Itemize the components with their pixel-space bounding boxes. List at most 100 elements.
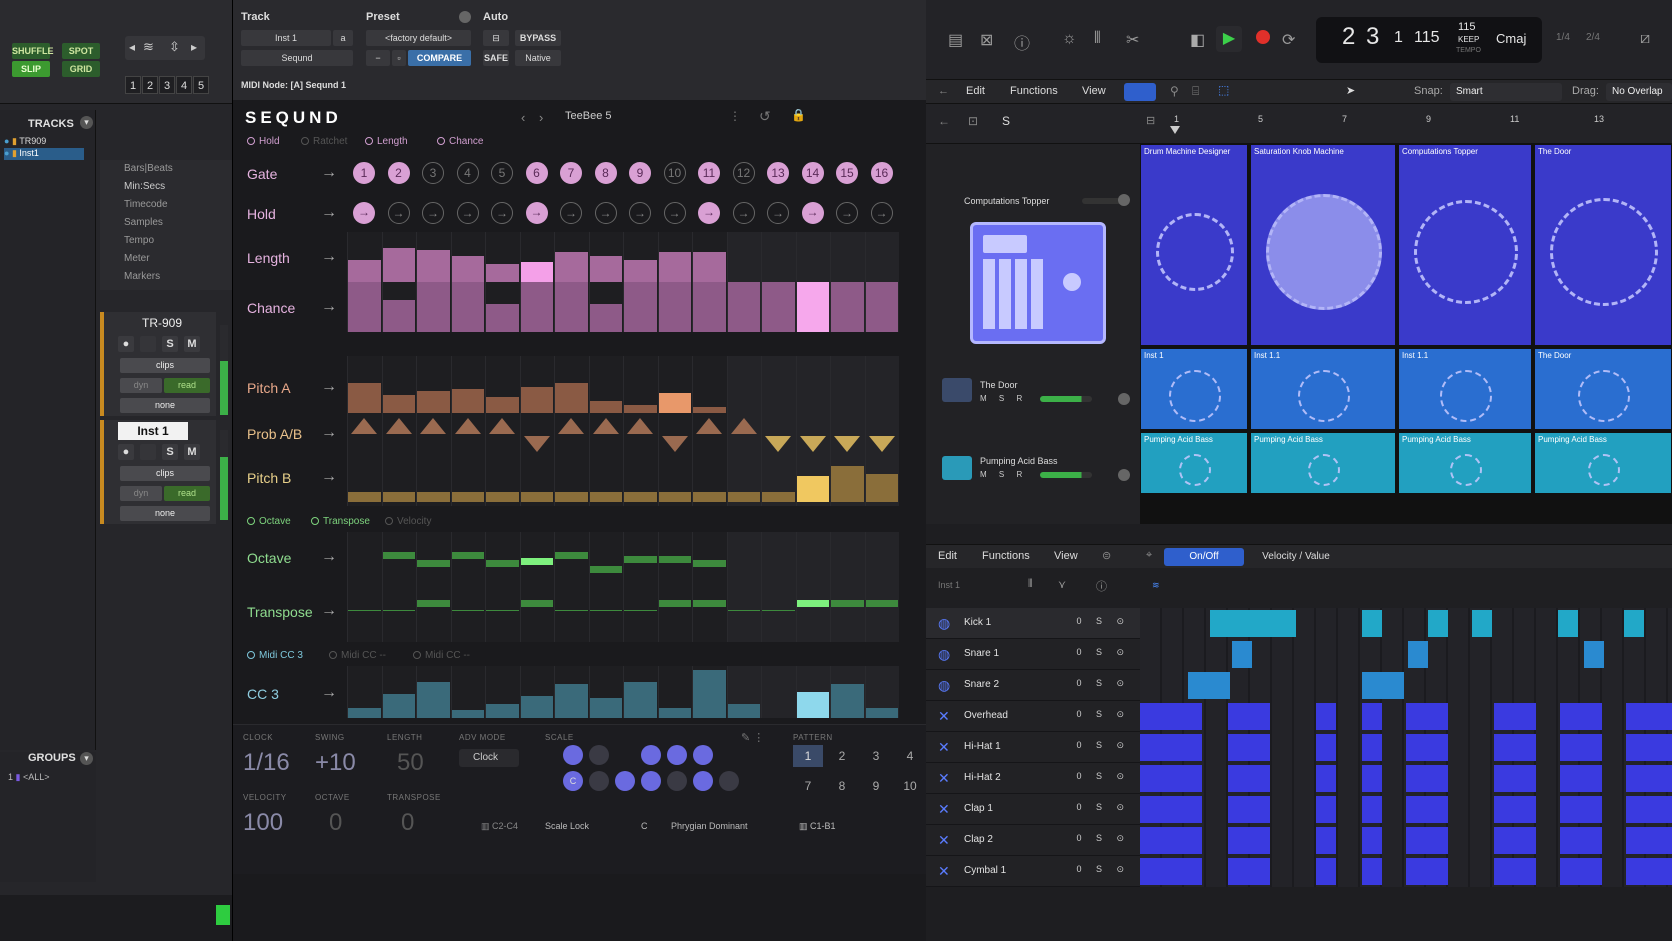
step-grid[interactable]: 1 → 2 → 3 → 4 → 5 → 6 → 7 → 8 → 9 → 10 → 11 → 12 → 13 → 14 → 15 → 16 →: [233, 100, 927, 730]
compare-button[interactable]: COMPARE: [408, 50, 471, 66]
drum-step[interactable]: [1316, 734, 1336, 761]
prob-triangle-icon[interactable]: [730, 418, 757, 434]
pitch-b-bar[interactable]: [762, 492, 795, 502]
zoom-out-icon[interactable]: ◂: [129, 40, 135, 54]
hold-step-icon[interactable]: →: [594, 202, 617, 224]
length-bar[interactable]: [589, 256, 622, 282]
prob-triangle-icon[interactable]: [627, 418, 653, 434]
channel-name[interactable]: TR-909: [114, 316, 210, 332]
live-loop-cell[interactable]: The Door: [1534, 144, 1672, 346]
octave-marker[interactable]: [382, 552, 415, 559]
gate-step[interactable]: 8: [594, 162, 617, 184]
transpose-marker[interactable]: [486, 610, 519, 611]
input-monitor-button[interactable]: [140, 444, 156, 460]
chance-bar[interactable]: [486, 304, 519, 332]
transpose-marker[interactable]: [831, 600, 864, 607]
menu-functions[interactable]: Functions: [1010, 85, 1058, 97]
drum-track-header[interactable]: ✕ Clap 1 0 S ⊙: [926, 794, 1140, 825]
drum-track-buttons[interactable]: 0 S ⊙: [1076, 802, 1130, 813]
pitch-b-bar[interactable]: [727, 492, 760, 502]
ruler-bars-beats[interactable]: Bars|Beats: [100, 160, 228, 178]
chance-bar[interactable]: [796, 282, 829, 332]
track-list-item[interactable]: ● ▮ Inst1: [4, 148, 84, 160]
play-icon[interactable]: ▶: [1216, 26, 1242, 52]
transpose-marker[interactable]: [382, 610, 415, 611]
drum-step[interactable]: [1560, 858, 1602, 885]
drum-track-buttons[interactable]: 0 S ⊙: [1076, 616, 1130, 627]
length-bar[interactable]: [693, 252, 726, 282]
transpose-marker[interactable]: [624, 610, 657, 611]
drum-step-row[interactable]: [1140, 639, 1672, 670]
pitch-a-bar[interactable]: [658, 393, 691, 413]
zoom-tools[interactable]: ◂ ≋ ⇳ ▸: [125, 36, 205, 60]
gate-step[interactable]: 5: [491, 162, 513, 184]
drum-step[interactable]: [1316, 858, 1336, 885]
prob-triangle-icon[interactable]: [799, 436, 826, 452]
hold-step-icon[interactable]: →: [387, 202, 410, 224]
pitch-b-bar[interactable]: [624, 492, 657, 502]
drum-step[interactable]: [1406, 827, 1448, 854]
grid-mode-button[interactable]: GRID: [62, 61, 100, 77]
spot-mode-button[interactable]: SPOT: [62, 43, 100, 59]
edit-pencil-icon[interactable]: ⧄: [1640, 30, 1650, 48]
flex-icon[interactable]: ⚲: [1170, 84, 1179, 98]
length-bar[interactable]: [348, 260, 381, 282]
gate-step[interactable]: 13: [767, 162, 789, 184]
back-arrow-icon[interactable]: ←: [938, 114, 950, 128]
scale-note[interactable]: C: [563, 771, 583, 791]
scale-note[interactable]: [693, 745, 713, 765]
hold-step-icon[interactable]: →: [870, 202, 893, 224]
cc3-bar[interactable]: [624, 682, 657, 718]
drum-track-buttons[interactable]: 0 S ⊙: [1076, 833, 1130, 844]
chance-bar[interactable]: [727, 282, 760, 332]
drum-step-row[interactable]: [1140, 701, 1672, 732]
octave-marker[interactable]: [589, 566, 622, 573]
octave-marker[interactable]: [624, 556, 657, 563]
ruler-tempo[interactable]: Tempo: [100, 232, 228, 250]
volume-slider[interactable]: [1040, 472, 1092, 478]
drum-track-header[interactable]: ✕ Hi-Hat 2 0 S ⊙: [926, 763, 1140, 794]
prob-triangle-icon[interactable]: [351, 418, 377, 434]
automation-icon[interactable]: ⊟: [483, 30, 509, 46]
gate-step[interactable]: 16: [870, 162, 893, 184]
scale-note[interactable]: [589, 771, 609, 791]
waveform-zoom-icon[interactable]: ≋: [143, 39, 154, 55]
volume-slider[interactable]: [1082, 198, 1122, 204]
rewind-icon[interactable]: ◧: [1190, 30, 1205, 50]
drum-step[interactable]: [1406, 734, 1448, 761]
live-loop-cell[interactable]: Pumping Acid Bass: [1534, 432, 1672, 494]
scale-note[interactable]: [641, 745, 661, 765]
scale-note[interactable]: [667, 771, 687, 791]
pitch-a-bar[interactable]: [589, 401, 622, 413]
playhead-icon[interactable]: [1170, 126, 1180, 134]
drum-step[interactable]: [1362, 610, 1382, 637]
drum-step[interactable]: [1316, 765, 1336, 792]
drum-step[interactable]: [1624, 610, 1644, 637]
hold-step-icon[interactable]: →: [629, 202, 651, 224]
drum-step[interactable]: [1494, 827, 1536, 854]
cc3-bar[interactable]: [417, 682, 450, 718]
hold-step-icon[interactable]: →: [525, 202, 548, 224]
zoom-icon[interactable]: ⊡: [968, 114, 978, 128]
preset-2[interactable]: 2: [142, 76, 158, 94]
editors-icon[interactable]: ✂: [1126, 30, 1139, 50]
drum-step[interactable]: [1362, 827, 1382, 854]
live-loop-cell[interactable]: The Door: [1534, 348, 1672, 430]
drum-step[interactable]: [1626, 796, 1672, 823]
drum-step[interactable]: [1472, 610, 1492, 637]
settings-icon[interactable]: ⓘ: [1096, 578, 1107, 594]
cc3-bar[interactable]: [382, 694, 415, 718]
length-value[interactable]: 50: [397, 749, 424, 777]
pitch-b-bar[interactable]: [658, 492, 691, 502]
group-all-row[interactable]: 1 ▮ <ALL>: [8, 772, 50, 783]
drum-step[interactable]: [1406, 858, 1448, 885]
drum-step[interactable]: [1228, 765, 1270, 792]
gate-step[interactable]: 12: [732, 162, 755, 184]
hold-step-icon[interactable]: →: [698, 202, 720, 224]
preset-4[interactable]: 4: [176, 76, 192, 94]
cc3-bar[interactable]: [486, 704, 519, 718]
drum-step[interactable]: [1494, 734, 1536, 761]
pitch-b-bar[interactable]: [520, 492, 553, 502]
cc3-bar[interactable]: [727, 704, 760, 718]
plugin-select[interactable]: Seqund: [241, 50, 353, 66]
